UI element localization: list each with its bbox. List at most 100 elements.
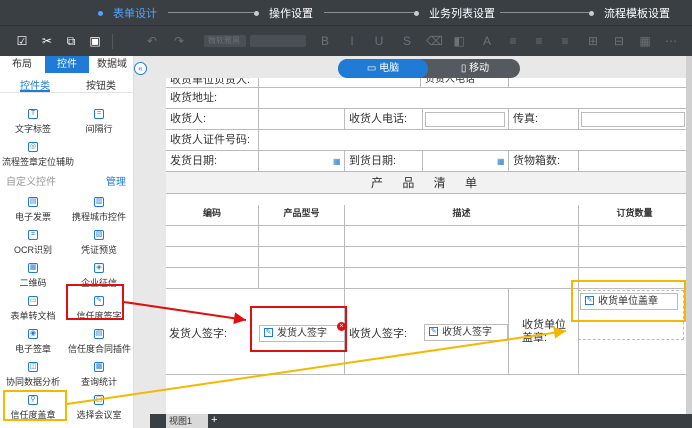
label-shipper-signature: 发货人签字: bbox=[169, 328, 228, 340]
editor-toolbar: ☑ ✂ ⧉ ▣ ↶ ↷ 微软雅黑 B I U S ⌫ ◧ A ≡ ≡ ≡ ⊞ ⊟… bbox=[0, 25, 692, 56]
paste-icon[interactable]: ▣ bbox=[88, 34, 102, 48]
label-fax: 传真: bbox=[508, 109, 578, 130]
table-cell[interactable] bbox=[344, 226, 578, 246]
subtab-buttons[interactable]: 按钮类 bbox=[86, 77, 116, 92]
input-head-phone[interactable] bbox=[508, 78, 690, 88]
align-center-icon[interactable]: ≡ bbox=[532, 34, 546, 48]
voucher-icon: ▧ bbox=[94, 230, 104, 240]
control-meeting-room[interactable]: ▢ 选择会议室 bbox=[68, 391, 130, 428]
form-row-id: 收货人证件号码: bbox=[166, 130, 690, 151]
qrcode-icon: ▦ bbox=[28, 263, 38, 273]
wizard-bar: 表单设计 操作设置 业务列表设置 流程模板设置 bbox=[0, 0, 692, 25]
sheet-bar bbox=[150, 414, 692, 428]
highlight-box-source-signature bbox=[66, 284, 124, 320]
spacer-row-icon: = bbox=[94, 109, 104, 119]
step-dot-icon bbox=[254, 10, 259, 16]
device-mobile-tab[interactable]: ▯ 移动 bbox=[430, 59, 520, 78]
label-arrival-date: 到货日期: bbox=[344, 151, 422, 172]
document-icon: ▭ bbox=[28, 296, 38, 306]
input-box-count[interactable] bbox=[578, 151, 690, 172]
form-canvas: 收货单位负责人: 负责人电话 收货地址: 收货人: 收货人电话: 传真: 收货人… bbox=[166, 78, 690, 414]
redo-icon[interactable]: ↷ bbox=[172, 34, 186, 48]
input-unit-head[interactable] bbox=[258, 78, 420, 88]
label-receiver-id: 收货人证件号码: bbox=[170, 134, 251, 146]
collapse-panel-icon[interactable]: « bbox=[134, 62, 147, 75]
align-right-icon[interactable]: ≡ bbox=[558, 34, 572, 48]
table-cell[interactable] bbox=[578, 247, 690, 267]
product-table-row bbox=[166, 226, 690, 247]
tab-controls[interactable]: 控件 bbox=[45, 56, 89, 73]
highlight-box-target-signature bbox=[250, 306, 347, 352]
strikethrough-icon[interactable]: S bbox=[400, 34, 414, 48]
label-receiver: 收货人: bbox=[170, 113, 207, 125]
text-label-icon: T bbox=[28, 109, 38, 119]
more-icon[interactable]: ⋯ bbox=[664, 34, 678, 48]
seal-icon: ◉ bbox=[28, 329, 38, 339]
tab-layout[interactable]: 布局 bbox=[0, 56, 44, 73]
product-list-title: 产 品 清 单 bbox=[370, 176, 485, 190]
city-icon: ▥ bbox=[94, 197, 104, 207]
font-family-select[interactable]: 微软雅黑 bbox=[204, 35, 246, 47]
manage-link[interactable]: 管理 bbox=[106, 173, 126, 188]
form-row-contact: 收货单位负责人: 负责人电话 bbox=[166, 78, 690, 88]
italic-icon[interactable]: I bbox=[345, 34, 359, 48]
ocr-icon: ⌗ bbox=[28, 230, 38, 240]
calendar-icon[interactable]: ▦ bbox=[333, 151, 341, 172]
shield-icon: ◈ bbox=[94, 263, 104, 273]
table-cell[interactable] bbox=[258, 247, 344, 267]
undo-icon[interactable]: ↶ bbox=[145, 34, 159, 48]
input-arrival-date[interactable]: ▦ bbox=[422, 151, 508, 172]
col-code: 编码 bbox=[202, 208, 221, 218]
step-form-design[interactable]: 表单设计 bbox=[98, 5, 157, 21]
signature-locator-icon: ◎ bbox=[28, 142, 38, 152]
step-operation-settings[interactable]: 操作设置 bbox=[254, 5, 313, 21]
chart-icon: ▩ bbox=[94, 362, 104, 372]
table-cell[interactable] bbox=[258, 226, 344, 246]
font-size-select[interactable] bbox=[250, 35, 306, 47]
step-template-settings[interactable]: 流程模板设置 bbox=[589, 5, 670, 21]
receiver-signature-field[interactable]: ✎ 收货人签字 bbox=[424, 324, 508, 341]
table-cell[interactable] bbox=[344, 268, 578, 288]
bold-icon[interactable]: B bbox=[318, 34, 332, 48]
underline-icon[interactable]: U bbox=[372, 34, 386, 48]
scissors-icon[interactable]: ✂ bbox=[40, 34, 54, 48]
label-receiver-phone: 收货人电话: bbox=[344, 109, 422, 130]
check-square-icon[interactable]: ☑ bbox=[15, 34, 29, 48]
phone-icon: ▯ bbox=[460, 63, 470, 74]
scrollbar[interactable] bbox=[686, 56, 692, 414]
input-ship-date[interactable]: ▦ bbox=[258, 151, 344, 172]
input-fax-cell bbox=[578, 109, 690, 130]
form-row-address: 收货地址: bbox=[166, 88, 690, 109]
align-left-icon[interactable]: ≡ bbox=[506, 34, 520, 48]
control-signature-locator[interactable]: ◎ 流程签章定位辅助 bbox=[2, 138, 74, 176]
fill-color-icon[interactable]: ◧ bbox=[452, 34, 466, 48]
table-cell[interactable] bbox=[258, 268, 344, 288]
control-spacer-row[interactable]: = 间隔行 bbox=[68, 105, 130, 143]
input-receiver-phone-cell bbox=[422, 109, 508, 130]
analysis-icon: ◫ bbox=[28, 362, 38, 372]
col-model: 产品型号 bbox=[258, 205, 344, 225]
meeting-room-icon: ▢ bbox=[94, 395, 104, 405]
device-desktop-tab[interactable]: ▭ 电脑 bbox=[338, 59, 428, 78]
table-cell[interactable] bbox=[344, 247, 578, 267]
input-fax[interactable] bbox=[581, 112, 685, 127]
copy-icon[interactable]: ⧉ bbox=[64, 34, 78, 48]
merge-cells-icon[interactable]: ⊞ bbox=[586, 34, 600, 48]
clear-format-icon[interactable]: ⌫ bbox=[426, 34, 443, 48]
table-cell[interactable] bbox=[578, 226, 690, 246]
split-cells-icon[interactable]: ⊟ bbox=[612, 34, 626, 48]
sheet-tab[interactable]: 视图1 bbox=[166, 414, 208, 428]
input-receiver[interactable] bbox=[258, 109, 344, 130]
step-list-settings[interactable]: 业务列表设置 bbox=[414, 5, 495, 21]
calendar-icon[interactable]: ▦ bbox=[497, 151, 505, 172]
input-receiver-id[interactable] bbox=[258, 130, 690, 151]
add-sheet-button[interactable]: + bbox=[211, 414, 217, 427]
tab-data-domain[interactable]: 数据域 bbox=[90, 56, 134, 73]
monitor-icon: ▭ bbox=[366, 63, 380, 74]
input-address[interactable] bbox=[258, 88, 690, 109]
input-receiver-phone[interactable] bbox=[425, 112, 505, 127]
border-icon[interactable]: ▦ bbox=[638, 34, 652, 48]
pen-icon: ✎ bbox=[429, 327, 438, 336]
step-connector bbox=[168, 12, 254, 13]
text-color-icon[interactable]: A bbox=[480, 34, 494, 48]
